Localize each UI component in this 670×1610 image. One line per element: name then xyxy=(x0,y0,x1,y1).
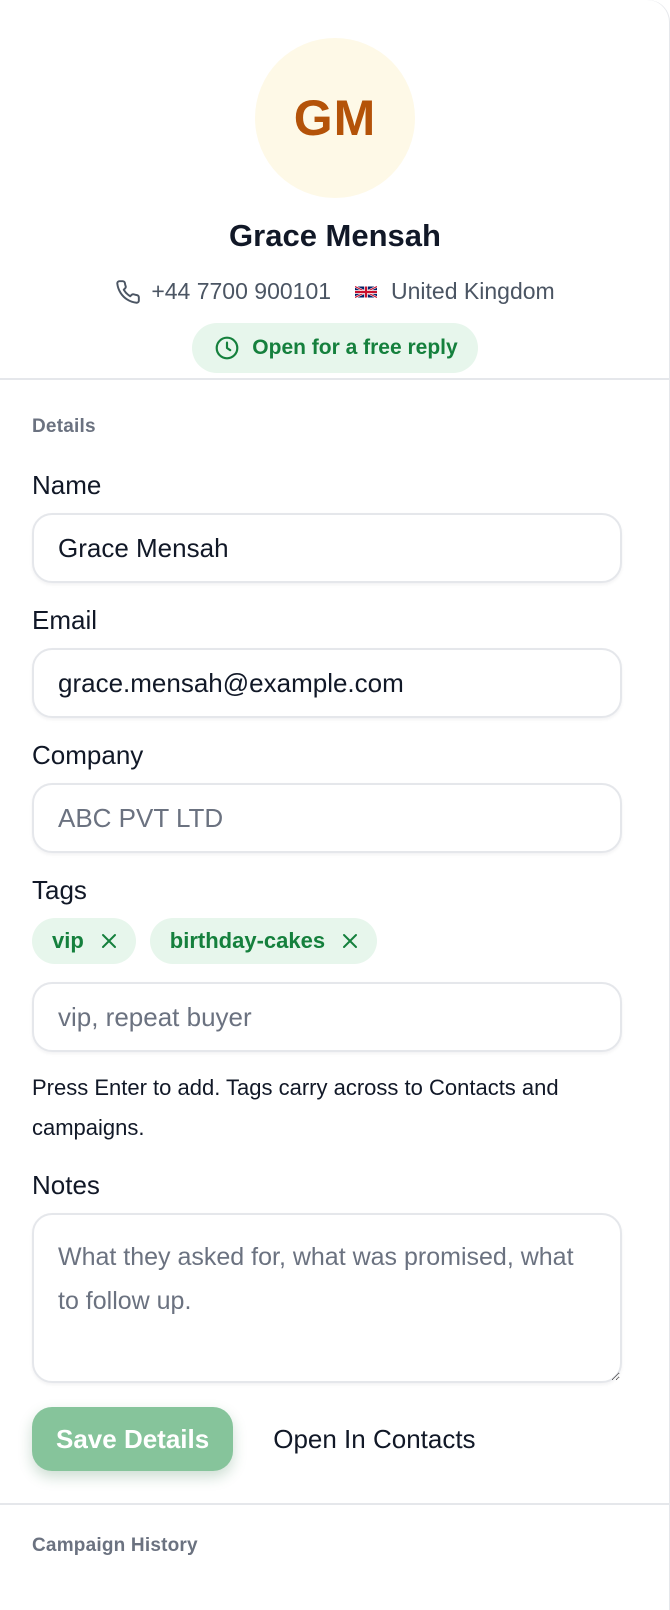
details-section: Details Name Email Company Tags vip birt… xyxy=(0,416,670,1471)
email-field[interactable] xyxy=(32,648,622,718)
phone-icon xyxy=(115,279,141,305)
open-in-contacts-button[interactable]: Open In Contacts xyxy=(273,1424,475,1455)
contact-profile-header: GM Grace Mensah +44 7700 900101 United K… xyxy=(0,0,670,380)
status-label: Open for a free reply xyxy=(252,336,458,359)
name-field[interactable] xyxy=(32,513,622,583)
clock-icon xyxy=(214,335,240,361)
status-badge: Open for a free reply xyxy=(192,323,478,373)
tags-label: Tags xyxy=(32,875,87,905)
tag-input[interactable] xyxy=(32,982,622,1052)
company-field[interactable] xyxy=(32,783,622,853)
notes-label: Notes xyxy=(32,1170,100,1200)
close-icon[interactable] xyxy=(341,932,359,950)
uk-flag-icon xyxy=(355,285,378,299)
details-section-title: Details xyxy=(32,416,96,437)
notes-field[interactable] xyxy=(32,1213,622,1383)
details-actions: Save Details Open In Contacts xyxy=(32,1407,638,1471)
country: United Kingdom xyxy=(391,278,555,304)
tag-label: birthday-cakes xyxy=(169,928,326,953)
campaign-history-title: Campaign History xyxy=(32,1535,198,1556)
save-details-button[interactable]: Save Details xyxy=(32,1407,234,1471)
campaign-history-section: Campaign History xyxy=(0,1505,670,1557)
tag-chip-birthday-cakes: birthday-cakes xyxy=(149,918,378,964)
tag-label: vip xyxy=(52,928,84,953)
close-icon[interactable] xyxy=(100,932,118,950)
tag-chip-vip: vip xyxy=(32,918,136,964)
avatar: GM xyxy=(255,38,415,198)
contact-meta: +44 7700 900101 United Kingdom xyxy=(115,278,555,305)
name-label: Name xyxy=(32,470,102,500)
company-label: Company xyxy=(32,740,144,770)
contact-details-panel: GM Grace Mensah +44 7700 900101 United K… xyxy=(0,0,670,1610)
contact-name: Grace Mensah xyxy=(229,218,441,253)
tags-help-text: Press Enter to add. Tags carry across to… xyxy=(32,1075,559,1140)
phone-number: +44 7700 900101 xyxy=(151,278,332,304)
email-label: Email xyxy=(32,605,98,635)
tag-list: vip birthday-cakes xyxy=(32,918,638,964)
